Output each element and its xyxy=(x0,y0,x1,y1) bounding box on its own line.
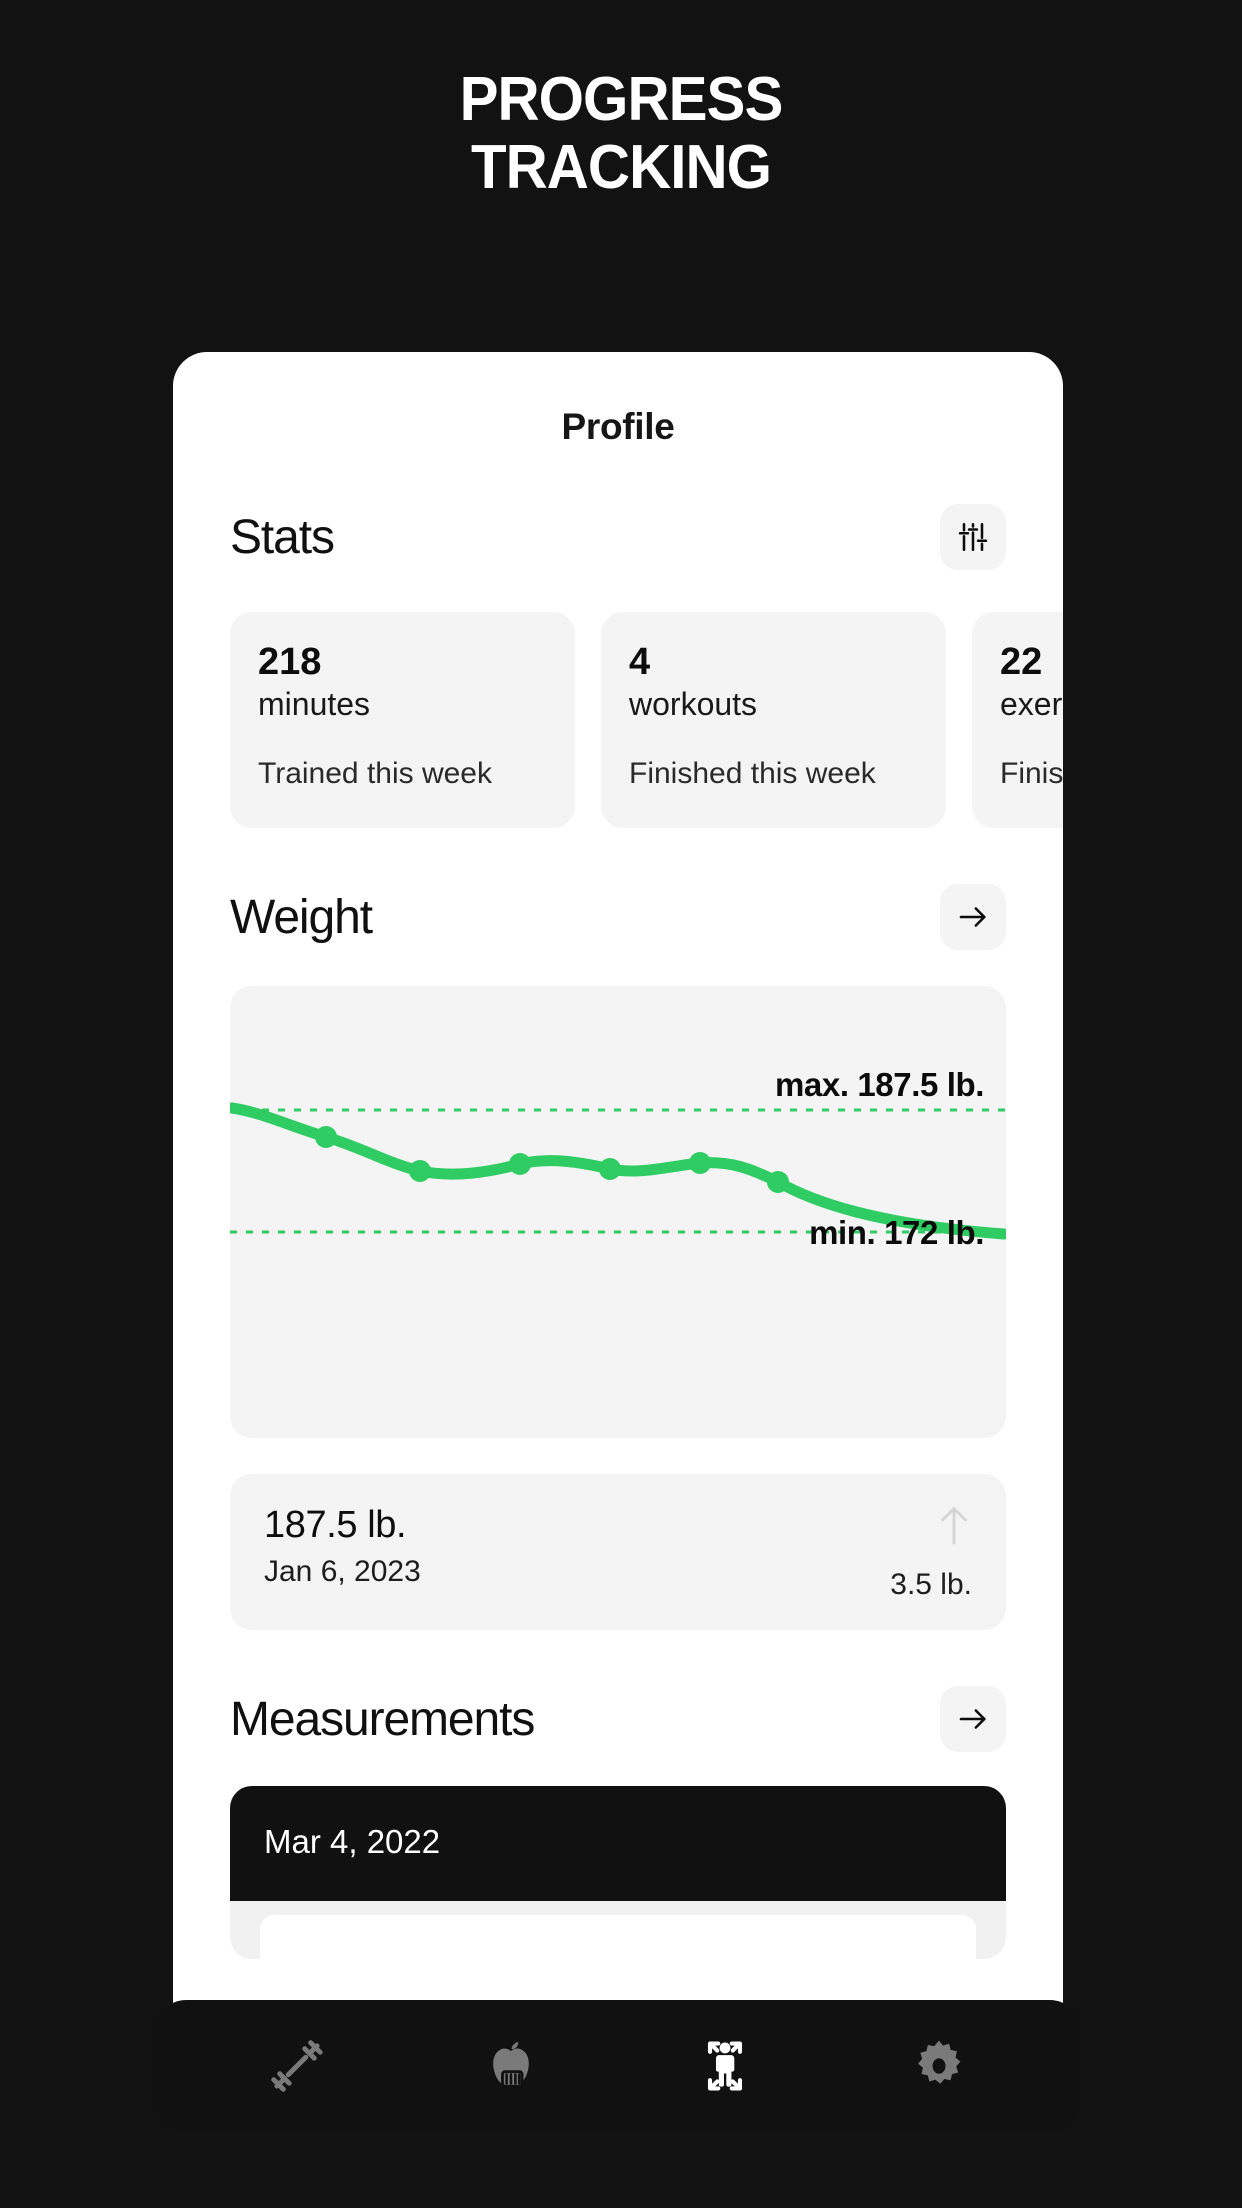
hero-title-line2: TRACKING xyxy=(470,132,772,202)
measurements-heading: Measurements xyxy=(230,1692,535,1746)
stats-filter-button[interactable] xyxy=(940,504,1006,570)
body-measure-icon xyxy=(707,2041,743,2091)
arrow-right-icon xyxy=(959,907,986,927)
chart-min-label: min. 172 lb. xyxy=(809,1214,984,1251)
sliders-icon xyxy=(958,522,988,552)
weight-line-chart xyxy=(230,1102,1006,1240)
weight-entry-date: Jan 6, 2023 xyxy=(264,1555,421,1588)
stat-unit: minutes xyxy=(258,685,371,722)
phone-screen: Profile Stats 218 minutes Trained this w… xyxy=(173,352,1063,2042)
measurement-card-body xyxy=(230,1901,1006,1959)
dumbbell-icon xyxy=(271,2040,323,2092)
nav-item-body[interactable] xyxy=(680,2021,770,2111)
stats-heading: Stats xyxy=(230,510,335,564)
chart-point xyxy=(509,1153,531,1175)
chart-point xyxy=(599,1158,621,1180)
measurement-inner-panel xyxy=(260,1915,976,1959)
weight-entry-delta: 3.5 lb. xyxy=(890,1568,972,1601)
measuring-tape-overlay xyxy=(501,2070,524,2088)
weight-entry-row[interactable]: 187.5 lb. Jan 6, 2023 3.5 lb. xyxy=(230,1474,1006,1630)
chart-max-label: max. 187.5 lb. xyxy=(774,1066,984,1103)
page-title: Profile xyxy=(561,406,675,447)
gear-icon xyxy=(918,2040,961,2084)
stat-description: Finished this week xyxy=(1000,756,1063,790)
chart-point xyxy=(689,1152,711,1174)
bottom-nav-bar xyxy=(156,2000,1080,2132)
stat-value: 22 xyxy=(1000,641,1043,683)
hero-title: PROGRESS TRACKING xyxy=(37,66,1204,201)
chart-point xyxy=(767,1171,789,1193)
stat-unit: workouts xyxy=(629,685,758,722)
measurement-date: Mar 4, 2022 xyxy=(230,1786,1006,1901)
measurements-detail-button[interactable] xyxy=(940,1686,1006,1752)
measurements-section-header: Measurements xyxy=(173,1686,1063,1752)
stat-description: Finished this week xyxy=(629,756,876,790)
nav-item-settings[interactable] xyxy=(894,2021,984,2111)
chart-point xyxy=(409,1160,431,1182)
stat-value: 218 xyxy=(258,641,322,683)
weight-section-header: Weight xyxy=(173,884,1063,950)
nav-item-nutrition[interactable] xyxy=(466,2021,556,2111)
hero-title-line1: PROGRESS xyxy=(459,65,784,134)
stat-card[interactable]: 218 minutes Trained this week xyxy=(230,612,575,828)
stat-unit: exercises xyxy=(1000,685,1063,722)
arrow-right-icon xyxy=(959,1709,986,1729)
screenshot-root: PROGRESS TRACKING Profile Stats 218 minu… xyxy=(0,0,1242,2208)
stat-value: 4 xyxy=(629,641,651,683)
stat-description: Trained this week xyxy=(258,756,492,790)
weight-detail-button[interactable] xyxy=(940,884,1006,950)
arrow-up-icon xyxy=(941,1507,967,1545)
weight-heading: Weight xyxy=(230,890,373,944)
measurement-card[interactable]: Mar 4, 2022 xyxy=(230,1786,1006,1959)
nav-item-workouts[interactable] xyxy=(252,2021,342,2111)
weight-chart[interactable]: max. 187.5 lb. min. 172 lb. xyxy=(230,986,1006,1438)
chart-point xyxy=(315,1126,337,1148)
stat-card[interactable]: 4 workouts Finished this week xyxy=(601,612,946,828)
stat-card[interactable]: 22 exercises Finished this week xyxy=(972,612,1063,828)
stats-card-row[interactable]: 218 minutes Trained this week 4 workouts… xyxy=(173,612,1063,828)
weight-entry-value: 187.5 lb. xyxy=(264,1504,407,1546)
apple-tape-icon xyxy=(493,2041,529,2088)
stats-section-header: Stats xyxy=(173,504,1063,570)
weight-trend-indicator xyxy=(934,1502,974,1553)
